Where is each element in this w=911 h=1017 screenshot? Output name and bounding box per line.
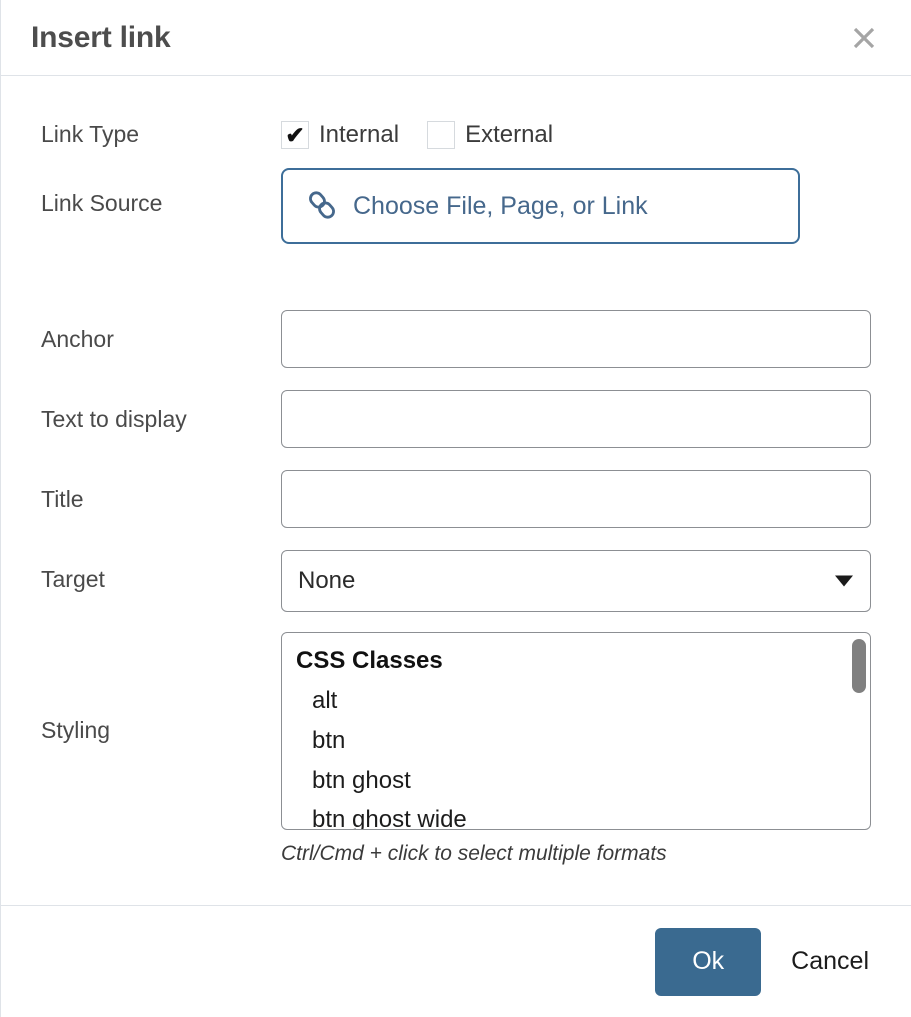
link-type-row: Link Type ✔ Internal ✔ External — [41, 102, 871, 168]
page-title: Insert link — [31, 20, 171, 54]
insert-link-dialog: Insert link Link Type ✔ Internal Externa… — [0, 0, 911, 1017]
text-to-display-input[interactable] — [281, 390, 871, 448]
checkbox-external-label: External — [465, 121, 554, 148]
chain-link-icon — [305, 188, 339, 225]
checkbox-internal-label: Internal — [319, 121, 400, 148]
target-select[interactable]: None — [281, 550, 871, 612]
listbox-scrollbar[interactable] — [852, 637, 866, 827]
list-item[interactable]: btn — [282, 721, 870, 761]
target-label: Target — [41, 566, 105, 592]
link-type-label: Link Type — [41, 121, 140, 148]
text-to-display-row: Text to display — [41, 390, 871, 470]
cancel-button[interactable]: Cancel — [783, 947, 877, 976]
anchor-row: Anchor — [41, 310, 871, 390]
checkbox-internal-box[interactable]: ✔ — [281, 121, 309, 149]
link-source-label: Link Source — [41, 190, 163, 216]
title-label: Title — [41, 486, 84, 512]
list-item[interactable]: btn ghost wide — [282, 800, 870, 829]
checkmark-icon: ✔ — [285, 121, 305, 148]
dialog-footer: Ok Cancel — [1, 905, 911, 1017]
anchor-label: Anchor — [41, 326, 114, 352]
dialog-header: Insert link — [1, 0, 911, 76]
link-source-row: Link Source Choose File, Page, or Link — [41, 168, 871, 272]
list-item[interactable]: alt — [282, 681, 870, 721]
css-classes-group-label: CSS Classes — [296, 647, 443, 674]
title-input[interactable] — [281, 470, 871, 528]
checkbox-internal[interactable]: ✔ Internal — [281, 121, 399, 149]
list-item[interactable]: btn ghost — [282, 761, 870, 801]
close-button[interactable] — [843, 17, 885, 59]
anchor-input[interactable] — [281, 310, 871, 368]
choose-file-page-or-link-button[interactable]: Choose File, Page, or Link — [281, 168, 800, 244]
styling-helper-text: Ctrl/Cmd + click to select multiple form… — [281, 842, 667, 865]
title-row: Title — [41, 470, 871, 550]
styling-label: Styling — [41, 717, 111, 744]
checkbox-external[interactable]: ✔ External — [427, 121, 553, 149]
dialog-body: Link Type ✔ Internal ✔ External — [1, 76, 911, 905]
ok-button[interactable]: Ok — [655, 927, 762, 996]
checkbox-external-box[interactable]: ✔ — [427, 121, 456, 149]
listbox-scrollbar-thumb[interactable] — [852, 639, 866, 693]
styling-listbox[interactable]: CSS Classes alt btn btn ghost btn ghost … — [281, 632, 871, 830]
link-type-checkbox-group: ✔ Internal ✔ External — [281, 121, 871, 149]
close-icon — [851, 25, 877, 51]
choose-file-page-or-link-label: Choose File, Page, or Link — [353, 191, 648, 220]
target-row: Target None — [41, 550, 871, 632]
styling-row: Styling CSS Classes alt btn btn ghost bt… — [41, 632, 871, 830]
text-to-display-label: Text to display — [41, 406, 187, 432]
target-selected-value: None — [298, 567, 356, 594]
target-select-wrap: None — [281, 550, 871, 612]
